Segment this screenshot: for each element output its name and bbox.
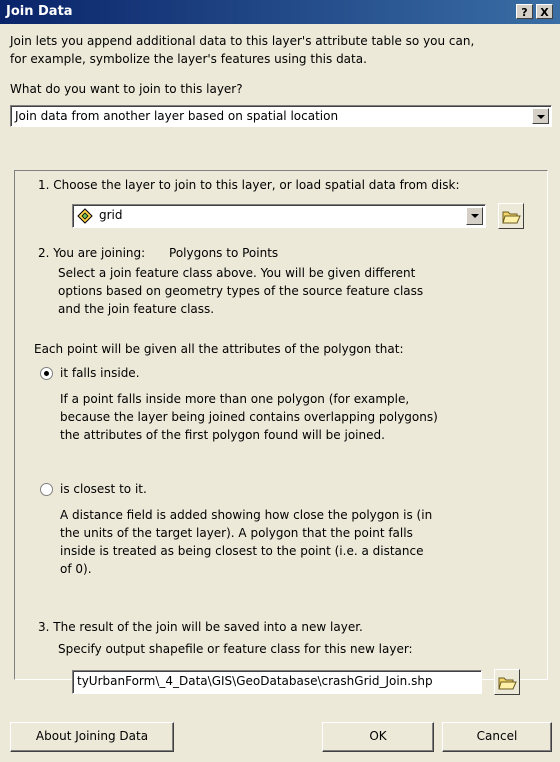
folder-open-icon[interactable] [498,203,524,229]
option-inside-label[interactable]: it falls inside. [60,364,140,382]
cancel-button[interactable]: Cancel [442,722,552,752]
step2-desc-2: options based on geometry types of the s… [58,284,424,298]
option-inside-desc-2: because the layer being joined contains … [60,410,438,424]
help-button[interactable]: ? [516,4,533,19]
option-closest-desc-4: of 0). [60,562,92,576]
radio-closest[interactable] [40,483,53,496]
step1-label: 1. Choose the layer to join to this laye… [38,178,460,192]
join-data-dialog: Join Data ? X Join lets you append addit… [0,0,560,762]
close-button[interactable]: X [536,4,553,19]
option-inside-desc-3: the attributes of the first polygon foun… [60,428,385,442]
intro-line-2: for example, symbolize the layer's featu… [10,52,367,66]
polygon-layer-icon [77,208,93,224]
step2-desc-3: and the join feature class. [58,302,215,316]
radio-selected-dot [44,371,49,376]
ok-button[interactable]: OK [322,722,434,752]
folder-open-icon[interactable] [494,669,520,695]
chevron-down-icon[interactable] [532,108,549,124]
option-inside-desc-1: If a point falls inside more than one po… [60,392,410,406]
about-joining-data-button[interactable]: About Joining Data [10,722,174,752]
option-closest-desc-1: A distance field is added showing how cl… [60,508,433,522]
output-label: Specify output shapefile or feature clas… [58,642,413,656]
step2-label-value: Polygons to Points [169,246,279,260]
layer-value: grid [99,208,123,222]
join-type-value: Join data from another layer based on sp… [15,109,339,123]
point-rule-label: Each point will be given all the attribu… [34,342,404,356]
join-question-label: What do you want to join to this layer? [10,82,243,96]
step2-label: 2. You are joining: Polygons to Points [38,244,278,262]
intro-line-1: Join lets you append additional data to … [10,34,475,48]
output-path-input[interactable]: tyUrbanForm\_4_Data\GIS\GeoDatabase\cras… [72,670,482,694]
title-bar[interactable]: Join Data ? X [0,0,560,24]
window-title: Join Data [6,4,73,19]
layer-combo[interactable]: grid [72,204,486,228]
output-path-value: tyUrbanForm\_4_Data\GIS\GeoDatabase\cras… [77,674,433,688]
chevron-down-icon[interactable] [466,207,483,225]
option-closest-label[interactable]: is closest to it. [60,480,147,498]
radio-falls-inside[interactable] [40,367,53,380]
step2-desc-1: Select a join feature class above. You w… [58,266,416,280]
option-closest-desc-3: inside is treated as being closest to th… [60,544,424,558]
option-closest-desc-2: the units of the target layer). A polygo… [60,526,413,540]
step3-label: 3. The result of the join will be saved … [38,620,363,634]
step2-label-prefix: 2. You are joining: [38,246,146,260]
join-type-combo[interactable]: Join data from another layer based on sp… [10,105,552,127]
